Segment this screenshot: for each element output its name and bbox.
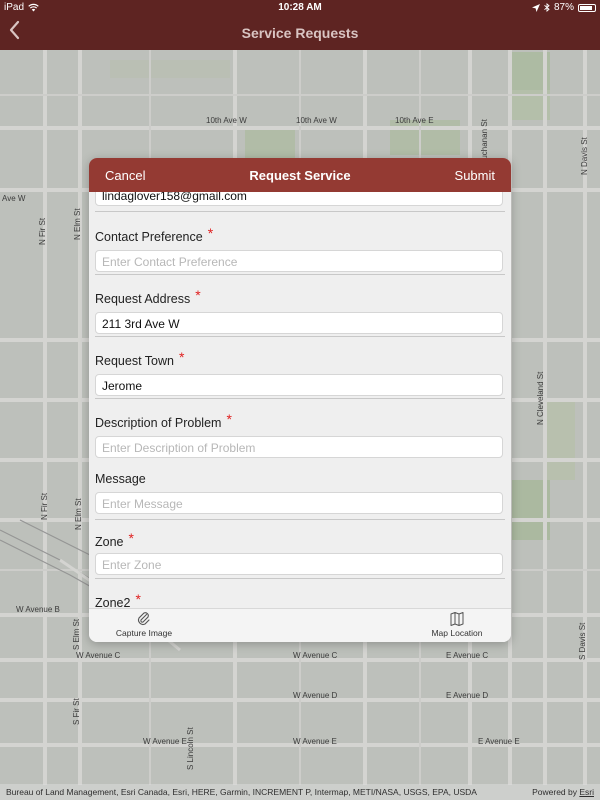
request-address-label: Request Address *	[95, 287, 201, 306]
submit-button[interactable]: Submit	[455, 168, 495, 183]
bluetooth-icon	[544, 3, 550, 12]
description-label: Description of Problem *	[95, 411, 232, 430]
request-town-label: Request Town *	[95, 349, 185, 368]
divider	[95, 578, 505, 579]
request-town-field[interactable]: Jerome	[95, 374, 503, 396]
status-bar: iPad 10:28 AM 87%	[0, 0, 600, 16]
email-field[interactable]: lindaglover158@gmail.com	[95, 192, 503, 206]
request-form[interactable]: lindaglover158@gmail.com Contact Prefere…	[89, 192, 511, 608]
message-field[interactable]: Enter Message	[95, 492, 503, 514]
battery-percent: 87%	[553, 2, 574, 13]
dialog-header: Cancel Request Service Submit	[89, 158, 511, 192]
location-arrow-icon	[531, 3, 540, 12]
zone-field[interactable]: Enter Zone	[95, 553, 503, 575]
paperclip-icon	[138, 612, 150, 625]
required-marker: *	[179, 349, 185, 365]
dialog-title: Request Service	[249, 168, 351, 183]
divider	[95, 211, 505, 212]
required-marker: *	[128, 530, 134, 546]
zone-label: Zone *	[95, 530, 134, 549]
dialog-toolbar: Capture Image Map Location	[89, 608, 511, 642]
map-icon	[450, 612, 464, 626]
contact-preference-field[interactable]: Enter Contact Preference	[95, 250, 503, 272]
battery-fill	[580, 5, 593, 10]
divider	[95, 274, 505, 275]
zone2-label: Zone2 *	[95, 591, 141, 608]
message-label: Message	[95, 472, 146, 486]
map-location-label: Map Location	[431, 628, 483, 638]
divider	[95, 519, 505, 520]
divider	[95, 336, 505, 337]
clock: 10:28 AM	[278, 2, 322, 13]
battery-icon	[578, 3, 596, 12]
page-title: Service Requests	[241, 25, 359, 41]
required-marker: *	[135, 591, 141, 607]
required-marker: *	[195, 287, 201, 303]
map-location-button[interactable]: Map Location	[425, 611, 489, 638]
divider	[95, 398, 505, 399]
request-address-field[interactable]: 211 3rd Ave W	[95, 312, 503, 334]
capture-image-label: Capture Image	[115, 628, 173, 638]
contact-preference-label: Contact Preference *	[95, 225, 214, 244]
required-marker: *	[207, 225, 214, 241]
capture-image-button[interactable]: Capture Image	[111, 611, 177, 638]
request-service-dialog: Cancel Request Service Submit lindaglove…	[89, 158, 511, 642]
description-field[interactable]: Enter Description of Problem	[95, 436, 503, 458]
navigation-bar: Service Requests	[0, 16, 600, 50]
required-marker: *	[226, 411, 232, 427]
